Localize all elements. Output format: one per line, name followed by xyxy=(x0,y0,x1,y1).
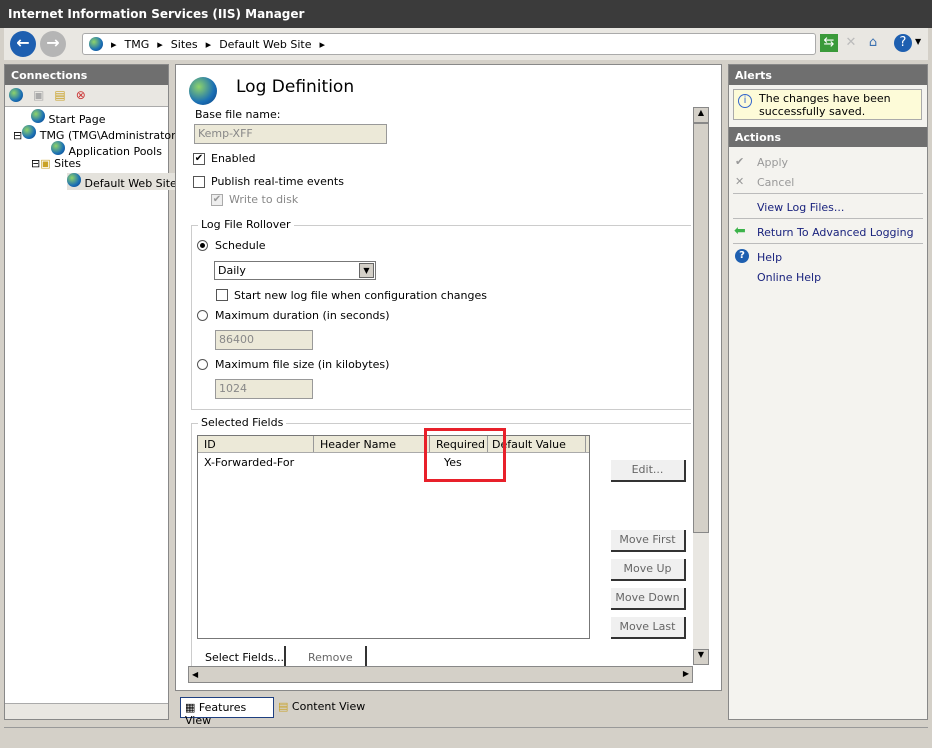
breadcrumb-tmg[interactable]: TMG xyxy=(125,38,150,51)
max-duration-label: Maximum duration (in seconds) xyxy=(215,309,390,322)
info-icon: i xyxy=(738,94,752,108)
alerts-header: Alerts xyxy=(729,65,927,85)
apply-action[interactable]: Apply xyxy=(757,156,788,169)
help-icon[interactable]: ? xyxy=(894,34,912,52)
schedule-radio[interactable] xyxy=(197,240,208,251)
forward-button-icon[interactable]: → xyxy=(40,31,66,57)
highlight-box xyxy=(424,428,506,482)
column-header-name[interactable]: Header Name xyxy=(314,436,430,452)
help-link[interactable]: Help xyxy=(757,251,782,264)
publish-label: Publish real-time events xyxy=(211,175,344,188)
new-file-label: Start new log file when configuration ch… xyxy=(234,289,487,302)
write-to-disk-label: Write to disk xyxy=(229,193,299,206)
enabled-label: Enabled xyxy=(211,152,256,165)
rollover-title: Log File Rollover xyxy=(198,218,294,231)
move-down-button[interactable]: Move Down xyxy=(611,588,686,610)
max-size-label: Maximum file size (in kilobytes) xyxy=(215,358,390,371)
alert-message: i The changes have been successfully save… xyxy=(733,89,922,120)
connections-header: Connections xyxy=(5,65,168,85)
view-log-files-link[interactable]: View Log Files... xyxy=(757,201,844,214)
page-title: Log Definition xyxy=(236,77,355,97)
enabled-checkbox[interactable]: ✔ xyxy=(193,153,205,165)
up-folder-icon[interactable]: ▤ xyxy=(54,88,65,103)
max-duration-input[interactable]: 86400 xyxy=(215,330,313,350)
actions-panel: Alerts i The changes have been successful… xyxy=(728,64,928,720)
base-file-input[interactable]: Kemp-XFF xyxy=(194,124,387,144)
tree-item-app-pools[interactable]: Application Pools xyxy=(51,141,162,158)
breadcrumb-default-web-site[interactable]: Default Web Site xyxy=(219,38,311,51)
globe-icon xyxy=(89,37,103,51)
log-definition-panel: Log Definition Base file name: Kemp-XFF … xyxy=(175,64,722,691)
table-row[interactable]: X-Forwarded-For Yes xyxy=(198,453,589,469)
features-view-tab[interactable]: ▦ Features View xyxy=(180,697,274,727)
max-size-radio[interactable] xyxy=(197,359,208,370)
horizontal-scrollbar[interactable]: ◀ ▶ xyxy=(188,666,693,683)
breadcrumb-sites[interactable]: Sites xyxy=(171,38,198,51)
disconnect-icon[interactable]: ⊗ xyxy=(76,88,86,103)
help-icon: ? xyxy=(735,249,749,263)
address-bar[interactable]: ▸ TMG ▸ Sites ▸ Default Web Site ▸ xyxy=(82,33,816,55)
stop-icon[interactable]: ✕ xyxy=(842,34,860,52)
column-id[interactable]: ID xyxy=(198,436,314,452)
home-icon[interactable]: ⌂ xyxy=(864,34,882,52)
refresh-icon[interactable]: ⇆ xyxy=(820,34,838,52)
connect-icon[interactable] xyxy=(9,88,23,102)
horizontal-scrollbar[interactable] xyxy=(5,703,168,719)
select-fields-button[interactable]: Select Fields... xyxy=(205,651,284,664)
cell-id: X-Forwarded-For xyxy=(204,456,295,469)
features-view-icon: ▦ xyxy=(185,701,196,714)
tree-item-sites[interactable]: ⊟▣ Sites xyxy=(31,157,81,170)
globe-icon xyxy=(189,77,217,105)
content-view-icon: ▤ xyxy=(278,700,289,713)
return-link[interactable]: Return To Advanced Logging xyxy=(757,226,914,239)
max-size-input[interactable]: 1024 xyxy=(215,379,313,399)
vertical-scrollbar[interactable]: ▲ ▼ xyxy=(693,107,709,665)
cancel-icon: ✕ xyxy=(735,175,745,188)
back-button-icon[interactable]: ← xyxy=(10,31,36,57)
chevron-down-icon[interactable]: ▼ xyxy=(359,263,374,278)
write-to-disk-checkbox[interactable]: ✔ xyxy=(211,194,223,206)
help-dropdown-icon[interactable]: ▼ xyxy=(915,37,921,46)
back-arrow-icon: ⬅ xyxy=(734,223,746,239)
save-icon[interactable]: ▣ xyxy=(33,88,44,103)
remove-button[interactable]: Remove xyxy=(308,651,353,664)
content-view-tab[interactable]: ▤ Content View xyxy=(278,700,365,713)
new-file-checkbox[interactable] xyxy=(216,289,228,301)
tree-item-server[interactable]: ⊟ TMG (TMG\Administrator) xyxy=(13,125,180,142)
schedule-label: Schedule xyxy=(215,239,266,252)
tree-item-default-web-site[interactable]: Default Web Site xyxy=(67,173,177,190)
move-first-button[interactable]: Move First xyxy=(611,530,686,552)
actions-header: Actions xyxy=(729,127,927,147)
base-file-label: Base file name: xyxy=(195,108,281,121)
navigation-bar: ← → ▸ TMG ▸ Sites ▸ Default Web Site ▸ ⇆ ✕ ⌂… xyxy=(4,28,928,60)
schedule-select[interactable]: Daily ▼ xyxy=(214,261,376,280)
status-bar xyxy=(4,727,928,746)
connections-panel: Connections ▣ ▤ ⊗ Start Page ⊟ TMG (TMG\… xyxy=(4,64,180,720)
selected-fields-title: Selected Fields xyxy=(198,416,287,429)
cancel-action[interactable]: Cancel xyxy=(757,176,794,189)
publish-checkbox[interactable] xyxy=(193,176,205,188)
fields-table: ID Header Name Required Default Value X-… xyxy=(197,435,590,639)
apply-icon: ✔ xyxy=(735,155,745,168)
title-bar: Internet Information Services (IIS) Mana… xyxy=(0,0,932,28)
online-help-link[interactable]: Online Help xyxy=(757,271,821,284)
tree-item-start-page[interactable]: Start Page xyxy=(31,109,106,126)
edit-button[interactable]: Edit... xyxy=(611,460,686,482)
window-title: Internet Information Services (IIS) Mana… xyxy=(8,7,305,21)
move-last-button[interactable]: Move Last xyxy=(611,617,686,639)
max-duration-radio[interactable] xyxy=(197,310,208,321)
move-up-button[interactable]: Move Up xyxy=(611,559,686,581)
